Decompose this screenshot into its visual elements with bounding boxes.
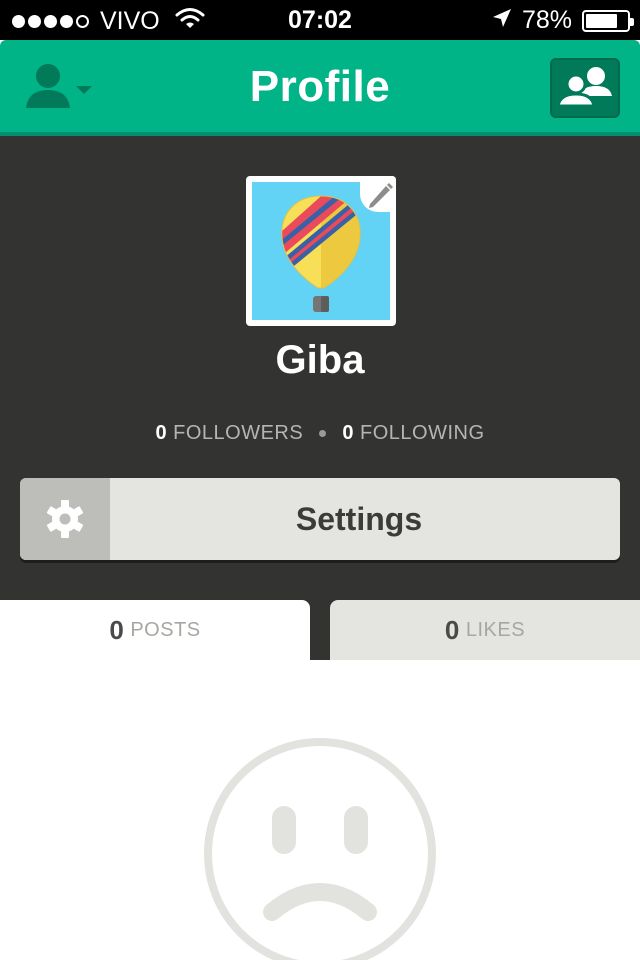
settings-icon-area	[20, 478, 110, 560]
posts-content	[0, 660, 640, 960]
followers-count: 0	[155, 422, 168, 444]
username: Giba	[275, 338, 365, 382]
tab-posts[interactable]: 0 POSTS	[0, 600, 310, 660]
gear-icon	[46, 500, 84, 538]
tab-likes[interactable]: 0 LIKES	[330, 600, 640, 660]
following-link[interactable]: 0 FOLLOWING	[342, 422, 484, 444]
following-count: 0	[342, 422, 354, 444]
likes-label: LIKES	[465, 618, 526, 641]
settings-button[interactable]: Settings	[20, 478, 620, 560]
battery-icon	[582, 9, 634, 32]
battery-percent: 78%	[521, 6, 572, 34]
friends-button[interactable]	[550, 58, 620, 118]
likes-count: 0	[444, 614, 460, 645]
following-label: FOLLOWING	[360, 422, 485, 444]
followers-label: FOLLOWERS	[173, 422, 304, 444]
posts-count: 0	[109, 614, 125, 645]
status-right: 78%	[492, 6, 634, 35]
settings-label: Settings	[295, 500, 423, 537]
profile-header: Giba 0 FOLLOWERS 0 FOLLOWING Settings 0 …	[0, 136, 640, 660]
avatar[interactable]	[246, 176, 396, 326]
battery-level	[586, 13, 618, 28]
friends-icon	[556, 67, 612, 108]
page-title: Profile	[249, 62, 391, 111]
follow-stats: 0 FOLLOWERS 0 FOLLOWING	[0, 422, 640, 445]
sad-face-icon	[204, 738, 436, 960]
pencil-icon	[369, 183, 393, 208]
status-bar: VIVO 07:02 78%	[0, 0, 640, 40]
separator-dot	[319, 430, 327, 438]
profile-screen: VIVO 07:02 78% Profile Giba 0 FOLLOWERS …	[0, 0, 640, 960]
edit-avatar-button[interactable]	[360, 176, 396, 212]
nav-bar: Profile	[0, 40, 640, 136]
followers-link[interactable]: 0 FOLLOWERS	[155, 422, 303, 444]
location-arrow-icon	[492, 6, 512, 35]
posts-label: POSTS	[130, 618, 201, 641]
